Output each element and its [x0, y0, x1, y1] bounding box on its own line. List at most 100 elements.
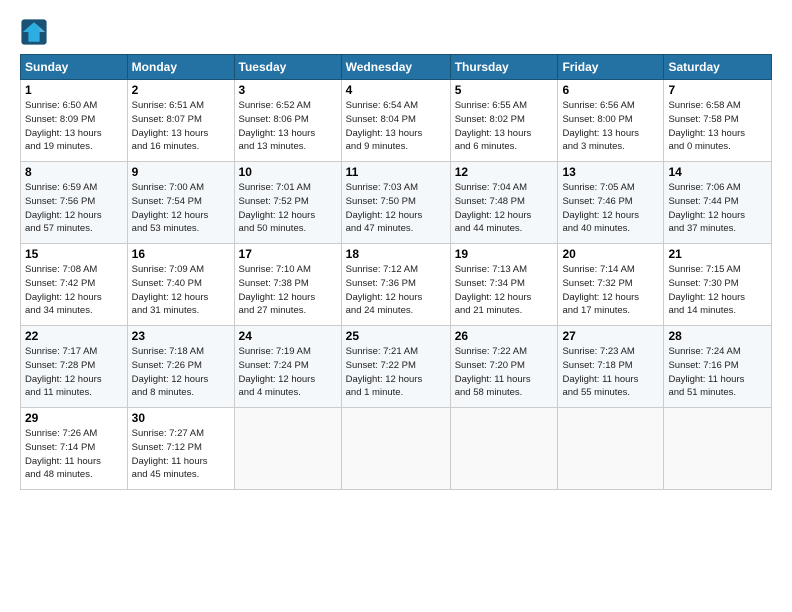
- weekday-header-saturday: Saturday: [664, 55, 772, 80]
- calendar-cell: 2 Sunrise: 6:51 AM Sunset: 8:07 PM Daylig…: [127, 80, 234, 162]
- day-info: Sunrise: 7:26 AM Sunset: 7:14 PM Dayligh…: [25, 427, 123, 482]
- calendar-cell: 5 Sunrise: 6:55 AM Sunset: 8:02 PM Daylig…: [450, 80, 558, 162]
- day-info: Sunrise: 6:50 AM Sunset: 8:09 PM Dayligh…: [25, 99, 123, 154]
- day-info: Sunrise: 7:19 AM Sunset: 7:24 PM Dayligh…: [239, 345, 337, 400]
- day-info: Sunrise: 6:52 AM Sunset: 8:06 PM Dayligh…: [239, 99, 337, 154]
- day-number: 15: [25, 247, 123, 261]
- calendar-week-2: 8 Sunrise: 6:59 AM Sunset: 7:56 PM Daylig…: [21, 162, 772, 244]
- day-number: 28: [668, 329, 767, 343]
- day-number: 12: [455, 165, 554, 179]
- day-info: Sunrise: 7:10 AM Sunset: 7:38 PM Dayligh…: [239, 263, 337, 318]
- calendar-week-1: 1 Sunrise: 6:50 AM Sunset: 8:09 PM Daylig…: [21, 80, 772, 162]
- day-number: 13: [562, 165, 659, 179]
- day-number: 5: [455, 83, 554, 97]
- logo-icon: [20, 18, 48, 46]
- day-info: Sunrise: 7:03 AM Sunset: 7:50 PM Dayligh…: [346, 181, 446, 236]
- calendar-cell: [234, 408, 341, 490]
- weekday-header-thursday: Thursday: [450, 55, 558, 80]
- calendar-cell: 18Sunrise: 7:12 AM Sunset: 7:36 PM Dayli…: [341, 244, 450, 326]
- calendar-cell: 1 Sunrise: 6:50 AM Sunset: 8:09 PM Daylig…: [21, 80, 128, 162]
- calendar-cell: 25 Sunrise: 7:21 AM Sunset: 7:22 PM Dayli…: [341, 326, 450, 408]
- calendar-cell: [664, 408, 772, 490]
- day-number: 30: [132, 411, 230, 425]
- day-info: Sunrise: 7:04 AM Sunset: 7:48 PM Dayligh…: [455, 181, 554, 236]
- calendar-cell: 3 Sunrise: 6:52 AM Sunset: 8:06 PM Daylig…: [234, 80, 341, 162]
- day-info: Sunrise: 6:58 AM Sunset: 7:58 PM Dayligh…: [668, 99, 767, 154]
- calendar-cell: 8 Sunrise: 6:59 AM Sunset: 7:56 PM Daylig…: [21, 162, 128, 244]
- day-number: 9: [132, 165, 230, 179]
- day-number: 2: [132, 83, 230, 97]
- calendar-week-4: 22 Sunrise: 7:17 AM Sunset: 7:28 PM Dayli…: [21, 326, 772, 408]
- day-info: Sunrise: 7:13 AM Sunset: 7:34 PM Dayligh…: [455, 263, 554, 318]
- calendar-cell: 27 Sunrise: 7:23 AM Sunset: 7:18 PM Dayli…: [558, 326, 664, 408]
- weekday-header-wednesday: Wednesday: [341, 55, 450, 80]
- day-number: 23: [132, 329, 230, 343]
- calendar-cell: 11 Sunrise: 7:03 AM Sunset: 7:50 PM Dayli…: [341, 162, 450, 244]
- calendar-cell: 23 Sunrise: 7:18 AM Sunset: 7:26 PM Dayli…: [127, 326, 234, 408]
- weekday-header-row: SundayMondayTuesdayWednesdayThursdayFrid…: [21, 55, 772, 80]
- calendar-cell: [341, 408, 450, 490]
- day-number: 8: [25, 165, 123, 179]
- calendar-cell: 16 Sunrise: 7:09 AM Sunset: 7:40 PM Dayli…: [127, 244, 234, 326]
- day-info: Sunrise: 6:51 AM Sunset: 8:07 PM Dayligh…: [132, 99, 230, 154]
- day-info: Sunrise: 7:14 AM Sunset: 7:32 PM Dayligh…: [562, 263, 659, 318]
- day-info: Sunrise: 6:56 AM Sunset: 8:00 PM Dayligh…: [562, 99, 659, 154]
- calendar-cell: 10Sunrise: 7:01 AM Sunset: 7:52 PM Dayli…: [234, 162, 341, 244]
- weekday-header-tuesday: Tuesday: [234, 55, 341, 80]
- calendar-cell: 17 Sunrise: 7:10 AM Sunset: 7:38 PM Dayli…: [234, 244, 341, 326]
- day-info: Sunrise: 7:23 AM Sunset: 7:18 PM Dayligh…: [562, 345, 659, 400]
- day-number: 14: [668, 165, 767, 179]
- weekday-header-monday: Monday: [127, 55, 234, 80]
- day-number: 1: [25, 83, 123, 97]
- calendar-cell: 21Sunrise: 7:15 AM Sunset: 7:30 PM Dayli…: [664, 244, 772, 326]
- calendar-week-3: 15Sunrise: 7:08 AM Sunset: 7:42 PM Dayli…: [21, 244, 772, 326]
- day-info: Sunrise: 6:59 AM Sunset: 7:56 PM Dayligh…: [25, 181, 123, 236]
- day-number: 3: [239, 83, 337, 97]
- day-info: Sunrise: 7:00 AM Sunset: 7:54 PM Dayligh…: [132, 181, 230, 236]
- day-info: Sunrise: 7:15 AM Sunset: 7:30 PM Dayligh…: [668, 263, 767, 318]
- header: [20, 18, 772, 46]
- page: SundayMondayTuesdayWednesdayThursdayFrid…: [0, 0, 792, 500]
- calendar-week-5: 29 Sunrise: 7:26 AM Sunset: 7:14 PM Dayli…: [21, 408, 772, 490]
- calendar-cell: 7 Sunrise: 6:58 AM Sunset: 7:58 PM Daylig…: [664, 80, 772, 162]
- day-number: 24: [239, 329, 337, 343]
- calendar-cell: 13 Sunrise: 7:05 AM Sunset: 7:46 PM Dayli…: [558, 162, 664, 244]
- day-number: 26: [455, 329, 554, 343]
- calendar-table: SundayMondayTuesdayWednesdayThursdayFrid…: [20, 54, 772, 490]
- calendar-cell: 12 Sunrise: 7:04 AM Sunset: 7:48 PM Dayli…: [450, 162, 558, 244]
- day-info: Sunrise: 7:06 AM Sunset: 7:44 PM Dayligh…: [668, 181, 767, 236]
- day-number: 27: [562, 329, 659, 343]
- day-number: 29: [25, 411, 123, 425]
- calendar-cell: 9 Sunrise: 7:00 AM Sunset: 7:54 PM Daylig…: [127, 162, 234, 244]
- calendar-cell: [450, 408, 558, 490]
- day-info: Sunrise: 6:55 AM Sunset: 8:02 PM Dayligh…: [455, 99, 554, 154]
- day-info: Sunrise: 7:18 AM Sunset: 7:26 PM Dayligh…: [132, 345, 230, 400]
- day-number: 10: [239, 165, 337, 179]
- day-number: 17: [239, 247, 337, 261]
- day-info: Sunrise: 6:54 AM Sunset: 8:04 PM Dayligh…: [346, 99, 446, 154]
- day-number: 22: [25, 329, 123, 343]
- calendar-cell: 6Sunrise: 6:56 AM Sunset: 8:00 PM Daylig…: [558, 80, 664, 162]
- calendar-cell: 24 Sunrise: 7:19 AM Sunset: 7:24 PM Dayli…: [234, 326, 341, 408]
- day-info: Sunrise: 7:27 AM Sunset: 7:12 PM Dayligh…: [132, 427, 230, 482]
- weekday-header-friday: Friday: [558, 55, 664, 80]
- day-info: Sunrise: 7:05 AM Sunset: 7:46 PM Dayligh…: [562, 181, 659, 236]
- day-number: 25: [346, 329, 446, 343]
- day-number: 20: [562, 247, 659, 261]
- calendar-cell: 26 Sunrise: 7:22 AM Sunset: 7:20 PM Dayli…: [450, 326, 558, 408]
- day-info: Sunrise: 7:21 AM Sunset: 7:22 PM Dayligh…: [346, 345, 446, 400]
- day-info: Sunrise: 7:24 AM Sunset: 7:16 PM Dayligh…: [668, 345, 767, 400]
- day-number: 18: [346, 247, 446, 261]
- day-info: Sunrise: 7:17 AM Sunset: 7:28 PM Dayligh…: [25, 345, 123, 400]
- day-number: 11: [346, 165, 446, 179]
- day-number: 16: [132, 247, 230, 261]
- day-number: 7: [668, 83, 767, 97]
- calendar-cell: 30 Sunrise: 7:27 AM Sunset: 7:12 PM Dayli…: [127, 408, 234, 490]
- day-number: 4: [346, 83, 446, 97]
- calendar-cell: 19Sunrise: 7:13 AM Sunset: 7:34 PM Dayli…: [450, 244, 558, 326]
- calendar-cell: 4 Sunrise: 6:54 AM Sunset: 8:04 PM Daylig…: [341, 80, 450, 162]
- weekday-header-sunday: Sunday: [21, 55, 128, 80]
- day-info: Sunrise: 7:22 AM Sunset: 7:20 PM Dayligh…: [455, 345, 554, 400]
- day-info: Sunrise: 7:09 AM Sunset: 7:40 PM Dayligh…: [132, 263, 230, 318]
- logo: [20, 18, 50, 46]
